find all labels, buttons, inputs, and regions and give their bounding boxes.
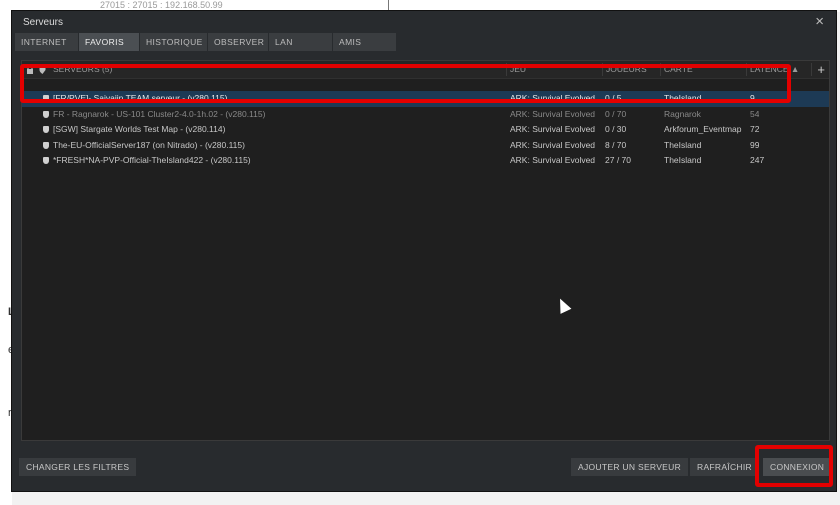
server-players: 0 / 30: [605, 124, 627, 134]
table-row[interactable]: *FRESH*NA-PVP-Official-TheIsland422 - (v…: [22, 153, 829, 169]
server-latency: 99: [750, 139, 760, 150]
server-map: TheIsland: [664, 155, 702, 165]
server-players: 0 / 70: [605, 108, 627, 119]
close-icon[interactable]: ×: [815, 13, 824, 30]
server-game: ARK: Survival Evolved: [510, 155, 596, 165]
shield-icon: [43, 110, 49, 118]
window-title: Serveurs: [23, 17, 64, 28]
add-server-button[interactable]: AJOUTER UN SERVEUR: [571, 458, 689, 476]
tab-historique[interactable]: HISTORIQUE: [140, 33, 207, 51]
tab-favoris[interactable]: FAVORIS: [79, 33, 139, 51]
tab-lan[interactable]: LAN: [269, 33, 332, 51]
server-players: 8 / 70: [605, 139, 627, 150]
table-row[interactable]: The-EU-OfficialServer187 (on Nitrado) - …: [22, 138, 829, 154]
highlight-annotation: [755, 445, 833, 487]
background-address-text: 27015 : 27015 : 192.168.50.99: [100, 0, 223, 10]
refresh-button[interactable]: RAFRAÎCHIR: [690, 458, 759, 476]
background-divider: [388, 0, 389, 10]
tab-amis[interactable]: AMIS: [333, 33, 396, 51]
table-row[interactable]: [SGW] Stargate Worlds Test Map - (v280.1…: [22, 122, 829, 138]
highlight-annotation: [20, 64, 791, 103]
table-row[interactable]: FR - Ragnarok - US-101 Cluster2-4.0-1h.0…: [22, 107, 829, 123]
server-game: ARK: Survival Evolved: [510, 139, 596, 150]
shield-icon: [43, 126, 49, 133]
server-players: 27 / 70: [605, 155, 631, 165]
server-latency: 247: [750, 155, 765, 165]
server-name: [SGW] Stargate Worlds Test Map - (v280.1…: [53, 124, 226, 134]
tab-observer[interactable]: OBSERVER: [208, 33, 268, 51]
tab-bar: INTERNET FAVORIS HISTORIQUE OBSERVER LAN…: [15, 33, 397, 51]
column-divider[interactable]: [811, 63, 812, 76]
server-game: ARK: Survival Evolved: [510, 108, 596, 119]
server-game: ARK: Survival Evolved: [510, 124, 596, 134]
server-map: TheIsland: [664, 139, 702, 150]
server-name: *FRESH*NA-PVP-Official-TheIsland422 - (v…: [53, 155, 251, 165]
server-map: Arkforum_Eventmap: [664, 124, 742, 134]
shield-icon: [43, 141, 49, 149]
shield-icon: [43, 157, 49, 164]
tab-internet[interactable]: INTERNET: [15, 33, 78, 51]
server-latency: 72: [750, 124, 760, 134]
server-latency: 54: [750, 108, 760, 119]
server-name: FR - Ragnarok - US-101 Cluster2-4.0-1h.0…: [53, 108, 266, 119]
add-column-icon[interactable]: +: [817, 61, 825, 78]
change-filters-button[interactable]: CHANGER LES FILTRES: [19, 458, 137, 476]
server-map: Ragnarok: [664, 108, 701, 119]
server-name: The-EU-OfficialServer187 (on Nitrado) - …: [53, 139, 245, 150]
server-list-panel: SERVEURS (5) JEU JOUEURS CARTE LATENCE ▲…: [21, 60, 830, 441]
